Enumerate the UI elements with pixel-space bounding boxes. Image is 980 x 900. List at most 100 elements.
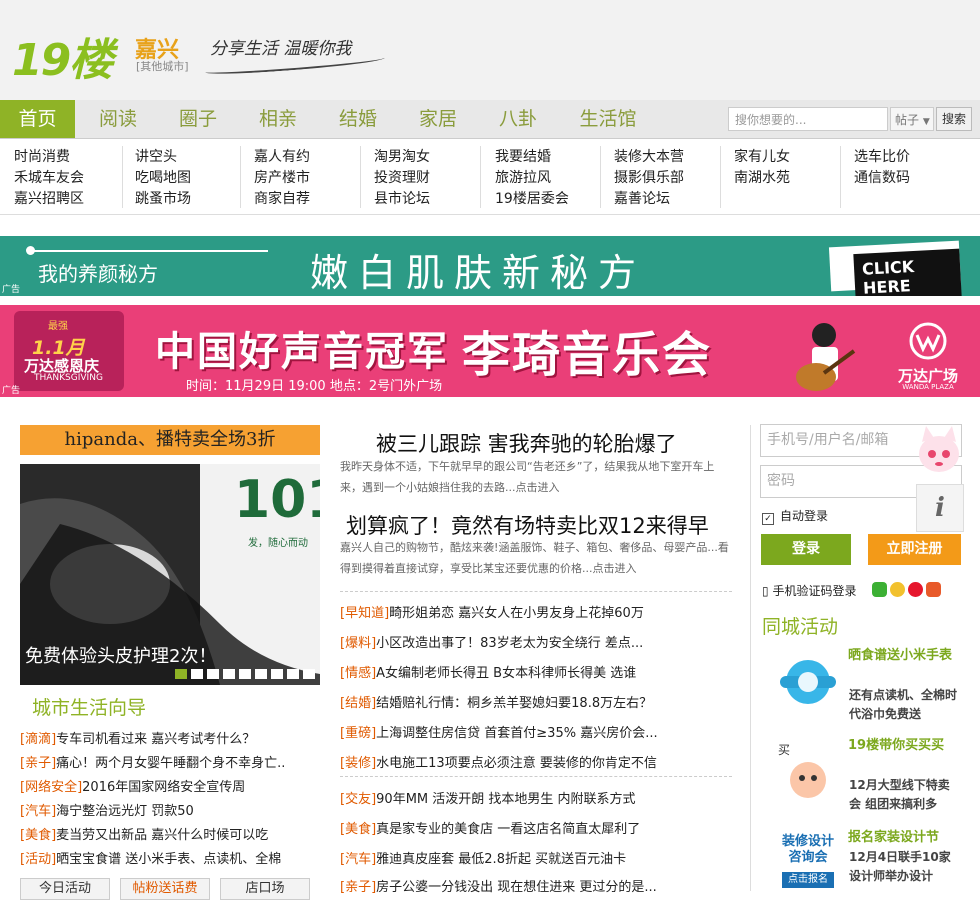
activity-title[interactable]: 报名家装设计节 [848, 828, 958, 848]
promo-logo-sub: 发，随心而动 [248, 538, 308, 549]
category-link[interactable]: 投资理财 [374, 167, 430, 187]
tab-today-events[interactable]: 今日活动 [20, 878, 110, 900]
login-button[interactable]: 登录 [761, 534, 851, 565]
nav-wedding[interactable]: 结婚 [320, 100, 396, 138]
promo-logo-text: 101 [234, 470, 320, 530]
news-item[interactable]: [装修]水电施工13项要点必须注意 要装修的你肯定不信 [340, 752, 657, 771]
concert-ad-banner[interactable]: 最强 1.1月 万达感恩庆 THANKSGIVING 中国好声音冠军 李琦音乐会… [0, 305, 980, 397]
activity-title[interactable]: 19楼带你买买买 [848, 736, 958, 756]
news-item[interactable]: [重磅]上海调整住房信贷 首套首付≥35% 嘉兴房价会... [340, 722, 658, 741]
guide-item[interactable]: [活动]晒宝宝食谱 送小米手表、点读机、全棉 [20, 848, 281, 867]
guide-item[interactable]: [亲子]痛心！两个月女婴午睡翻个身不幸身亡... [20, 752, 286, 771]
nav-circles[interactable]: 圈子 [160, 100, 236, 138]
sms-login-link[interactable]: ▯ 手机验证码登录 [762, 582, 856, 599]
category-link[interactable]: 嘉兴招聘区 [14, 188, 84, 208]
design-consult-image[interactable]: 装修设计 咨询会 点击报名 [776, 830, 840, 891]
carousel-dot[interactable] [255, 669, 267, 679]
news-item[interactable]: [交友]90年MM 活泼开朗 找本地男生 内附联系方式 [340, 788, 636, 807]
nav-gossip[interactable]: 八卦 [480, 100, 556, 138]
headline-2[interactable]: 划算疯了！竟然有场特卖比双12来得早 [346, 510, 709, 540]
guide-item[interactable]: [汽车]海宁整治远光灯 罚款50 [20, 800, 194, 819]
site-slogan: 分享生活 温暖你我 [210, 39, 352, 59]
category-link[interactable]: 19楼居委会 [495, 188, 569, 208]
tencent-weibo-icon[interactable] [926, 582, 941, 597]
ad-left-text: 我的养颜秘方 [38, 262, 158, 286]
news-item[interactable]: [汽车]雅迪真皮座套 最低2.8折起 买就送百元油卡 [340, 848, 626, 867]
category-link[interactable]: 通信数码 [854, 167, 910, 187]
skincare-ad-banner[interactable]: 我的养颜秘方 嫩白肌肤新秘方 CLICK HERE 广告 [0, 236, 980, 296]
category-link[interactable]: 我要结婚 [495, 146, 551, 166]
register-button[interactable]: 立即注册 [868, 534, 961, 565]
activity-title[interactable]: 晒食谱送小米手表 [848, 646, 958, 666]
news-item[interactable]: [爆料]小区改造出事了！83岁老太为安全绕行 差点... [340, 632, 643, 651]
headline-1-desc: 我昨天身体不适，下午就早早的跟公司“告老还乡”了，结果我从地下室开车上来，遇到一… [340, 460, 715, 494]
carousel-dot[interactable] [207, 669, 219, 679]
click-here-button[interactable]: CLICK HERE [828, 240, 962, 296]
carousel-dot[interactable] [287, 669, 299, 679]
shopping-illustration[interactable]: 买 [776, 740, 840, 804]
category-link[interactable]: 讲空头 [135, 146, 177, 166]
carousel-dot[interactable] [223, 669, 235, 679]
divider [340, 776, 732, 777]
news-item[interactable]: [情感]A女编制老师长得丑 B女本科律师长得美 选谁 [340, 662, 636, 681]
news-item[interactable]: [结婚]结婚赔礼行情：桐乡羔羊娶媳妇要18.8万左右？ [340, 692, 652, 711]
headline-2-desc: 嘉兴人自己的购物节，酷炫来袭!涵盖服饰、鞋子、箱包、奢侈品、母婴产品...看得到… [340, 541, 729, 575]
promo-title[interactable]: hipanda、播特卖全场3折 [20, 425, 320, 455]
promo-caption: 免费体验头皮护理2次！ [25, 646, 217, 667]
guide-item[interactable]: [滴滴]专车司机看过来 嘉兴考试考什么？ [20, 728, 255, 747]
category-link[interactable]: 房产楼市 [254, 167, 310, 187]
ad-title-name: 李琦音乐会 [462, 327, 713, 383]
weibo-icon[interactable] [908, 582, 923, 597]
checkbox-checked-icon[interactable]: ✓ [762, 513, 774, 525]
search-input[interactable]: 搜你想要的... [728, 107, 888, 131]
qq-icon[interactable] [890, 582, 905, 597]
site-logo[interactable]: 19楼 [12, 24, 113, 88]
nav-dating[interactable]: 相亲 [240, 100, 316, 138]
category-link[interactable]: 家有儿女 [734, 146, 790, 166]
nav-reading[interactable]: 阅读 [80, 100, 156, 138]
guide-item[interactable]: [网络安全]2016年国家网络安全宣传周 [20, 776, 245, 795]
category-link[interactable]: 选车比价 [854, 146, 910, 166]
nav-home[interactable]: 首页 [0, 100, 75, 138]
category-link[interactable]: 淘男淘女 [374, 146, 430, 166]
news-item[interactable]: [早知道]畸形姐弟恋 嘉兴女人在小男友身上花掉60万 [340, 602, 644, 621]
tab-store[interactable]: 店口场 [220, 878, 310, 900]
promo-carousel[interactable]: 101 发，随心而动 免费体验头皮护理2次！ [20, 464, 320, 685]
nav-lifestyle[interactable]: 生活馆 [568, 100, 648, 138]
tab-phone-credit[interactable]: 帖粉送话费 [120, 878, 210, 900]
category-link[interactable]: 县市论坛 [374, 188, 430, 208]
headline-1[interactable]: 被三儿跟踪 害我奔驰的轮胎爆了 [376, 428, 677, 458]
category-link[interactable]: 装修大本营 [614, 146, 684, 166]
carousel-dot[interactable] [303, 669, 315, 679]
category-link[interactable]: 嘉人有约 [254, 146, 310, 166]
guide-item[interactable]: [美食]麦当劳又出新品 嘉兴什么时候可以吃 [20, 824, 268, 843]
nav-home-decor[interactable]: 家居 [400, 100, 476, 138]
category-link[interactable]: 商家自荐 [254, 188, 310, 208]
info-icon[interactable]: i [916, 484, 964, 532]
category-link[interactable]: 跳蚤市场 [135, 188, 191, 208]
thanksgiving-badge: 最强 1.1月 万达感恩庆 THANKSGIVING [14, 311, 124, 391]
divider [480, 146, 481, 208]
auto-login-checkbox[interactable]: ✓ 自动登录 [762, 507, 828, 525]
category-link[interactable]: 禾城车友会 [14, 167, 84, 187]
category-link[interactable]: 吃喝地图 [135, 167, 191, 187]
svg-text:买: 买 [778, 743, 790, 757]
mascot-icon[interactable] [914, 424, 964, 480]
category-link[interactable]: 南湖水苑 [734, 167, 790, 187]
other-city-link[interactable]: [其他城市] [136, 58, 189, 74]
category-link[interactable]: 旅游拉风 [495, 167, 551, 187]
carousel-dot[interactable] [191, 669, 203, 679]
divider [840, 146, 841, 208]
search-button[interactable]: 搜索 [936, 107, 972, 131]
carousel-dot-active[interactable] [175, 669, 187, 679]
wechat-icon[interactable] [872, 582, 887, 597]
category-link[interactable]: 时尚消费 [14, 146, 70, 166]
carousel-dot[interactable] [271, 669, 283, 679]
news-item[interactable]: [亲子]房子公婆一分钱没出 现在想住进来 更过分的是... [340, 876, 657, 895]
category-link[interactable]: 嘉善论坛 [614, 188, 670, 208]
search-type-select[interactable]: 帖子 ▼ [890, 107, 934, 131]
category-link[interactable]: 摄影俱乐部 [614, 167, 684, 187]
news-item[interactable]: [美食]真是家专业的美食店 一看这店名简直太犀利了 [340, 818, 640, 837]
smartwatch-image[interactable] [776, 650, 840, 714]
carousel-dot[interactable] [239, 669, 251, 679]
